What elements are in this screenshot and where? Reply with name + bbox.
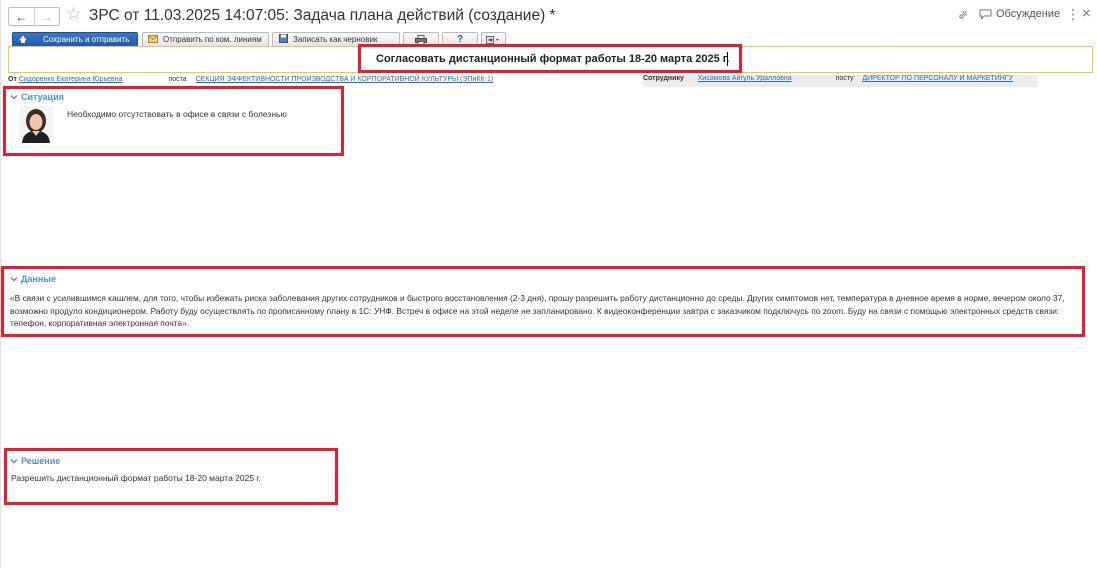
from-row: От Сидоренко Екатерина Юрьевна поста СЕК… [8, 76, 493, 83]
data-title: Данные [21, 274, 56, 284]
history-nav: ← → [8, 7, 60, 26]
save-draft-icon [277, 34, 289, 45]
send-icon: 🡅 [18, 34, 28, 44]
link-icon[interactable] [957, 8, 969, 26]
decision-text: Разрешить дистанционный формат работы 18… [11, 473, 261, 483]
decision-title: Решение [21, 456, 61, 466]
send-by-lines-button[interactable]: Отправить по ком. линиям [142, 32, 269, 47]
discussion-icon [979, 9, 992, 20]
to-post-link[interactable]: ДИРЕКТОР ПО ПЕРСОНАЛУ И МАРКЕТИНГУ [862, 75, 1013, 82]
from-post-link[interactable]: СЕКЦИЯ ЭФФЕКТИВНОСТИ ПРОИЗВОДСТВА И КОРП… [196, 76, 494, 83]
save-draft-button[interactable]: Записать как черновик [272, 32, 400, 47]
help-button[interactable]: ? [442, 32, 478, 47]
more-actions-icon [485, 35, 499, 44]
print-icon [415, 34, 427, 45]
to-label: Сотруднику [643, 75, 684, 82]
to-employee-link[interactable]: Хисамова Айгуль Уралловна [698, 75, 792, 82]
window-title: ЗРС от 11.03.2025 14:07:05: Задача плана… [89, 7, 556, 24]
to-post-label: посту [835, 75, 854, 82]
from-post-label: поста [168, 76, 187, 83]
situation-text: Необходимо отсутствовать в офисе в связи… [67, 109, 287, 119]
window-right-border [0, 0, 1, 568]
print-button[interactable] [403, 32, 439, 47]
more-icon[interactable]: ⋮ [1066, 7, 1080, 21]
text-caret [727, 52, 728, 66]
chevron-down-icon [10, 277, 18, 282]
from-employee-link[interactable]: Сидоренко Екатерина Юрьевна [19, 76, 123, 83]
chevron-down-icon [10, 95, 18, 100]
forward-arrow-icon[interactable]: → [33, 8, 60, 25]
from-label: От [8, 76, 17, 83]
discussion-label: Обсуждение [996, 8, 1061, 20]
situation-title: Ситуация [21, 92, 64, 102]
send-by-lines-label: Отправить по ком. линиям [163, 35, 262, 44]
save-draft-label: Записать как черновик [293, 35, 378, 44]
send-by-lines-icon [147, 34, 159, 45]
save-and-send-label: Сохранить и отправить [43, 35, 130, 44]
close-icon[interactable]: × [1082, 6, 1091, 21]
star-icon[interactable]: ☆ [66, 5, 81, 22]
back-arrow-icon[interactable]: ← [9, 8, 34, 25]
help-icon: ? [456, 34, 464, 45]
situation-header[interactable]: Ситуация [10, 92, 64, 102]
subject-text: Согласовать дистанционный формат работы … [376, 53, 730, 65]
chevron-down-icon [10, 459, 18, 464]
avatar [19, 106, 53, 143]
to-row: Сотруднику Хисамова Айгуль Уралловна пос… [643, 75, 1038, 87]
discussion-button[interactable]: Обсуждение [979, 8, 1060, 20]
decision-header[interactable]: Решение [10, 456, 60, 466]
save-and-send-button[interactable]: 🡅 Сохранить и отправить [12, 32, 138, 47]
more-actions-button[interactable] [481, 32, 506, 47]
data-header[interactable]: Данные [10, 274, 56, 284]
data-text: «В связи с усилившимся кашлем, для того,… [10, 293, 1065, 328]
